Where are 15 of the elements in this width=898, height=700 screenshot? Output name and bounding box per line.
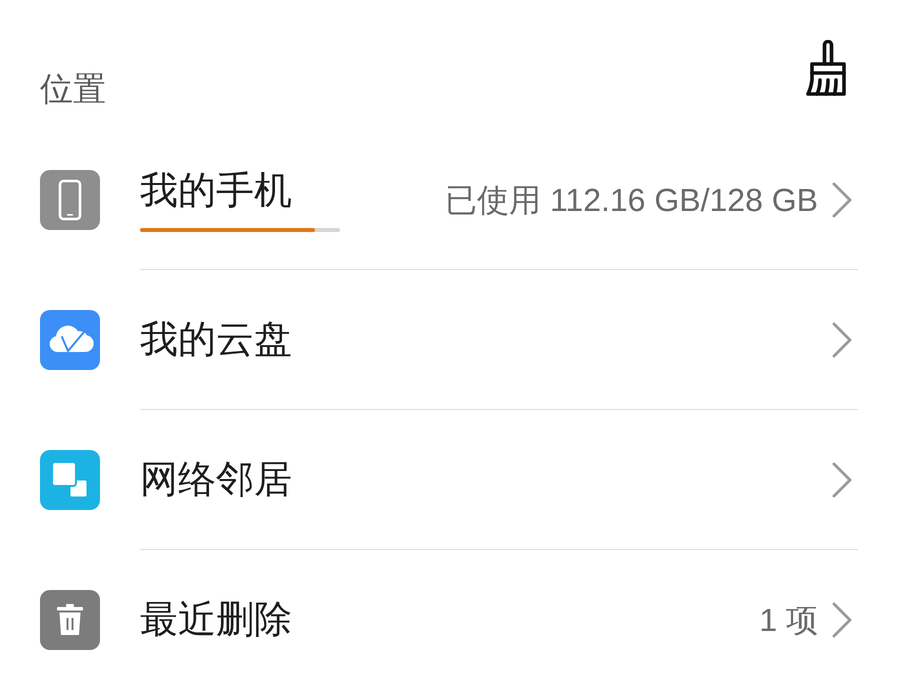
trash-icon [40, 590, 100, 650]
cloud-icon [40, 310, 100, 370]
item-value: 1 项 [759, 601, 818, 640]
squares-icon [40, 450, 100, 510]
item-title: 我的云盘 [140, 318, 292, 362]
section-title: 位置 [40, 69, 106, 109]
phone-icon [40, 170, 100, 230]
chevron-icon[interactable] [832, 462, 852, 498]
item-title: 最近删除 [140, 598, 292, 643]
chevron-icon[interactable] [832, 182, 852, 218]
item-value: 已使用 112.16 GB/128 GB [445, 180, 818, 220]
chevron-icon[interactable] [832, 322, 852, 358]
item-title: 我的手机 [140, 168, 292, 214]
item-title: 网络邻居 [140, 458, 292, 502]
chevron-icon[interactable] [832, 602, 852, 638]
